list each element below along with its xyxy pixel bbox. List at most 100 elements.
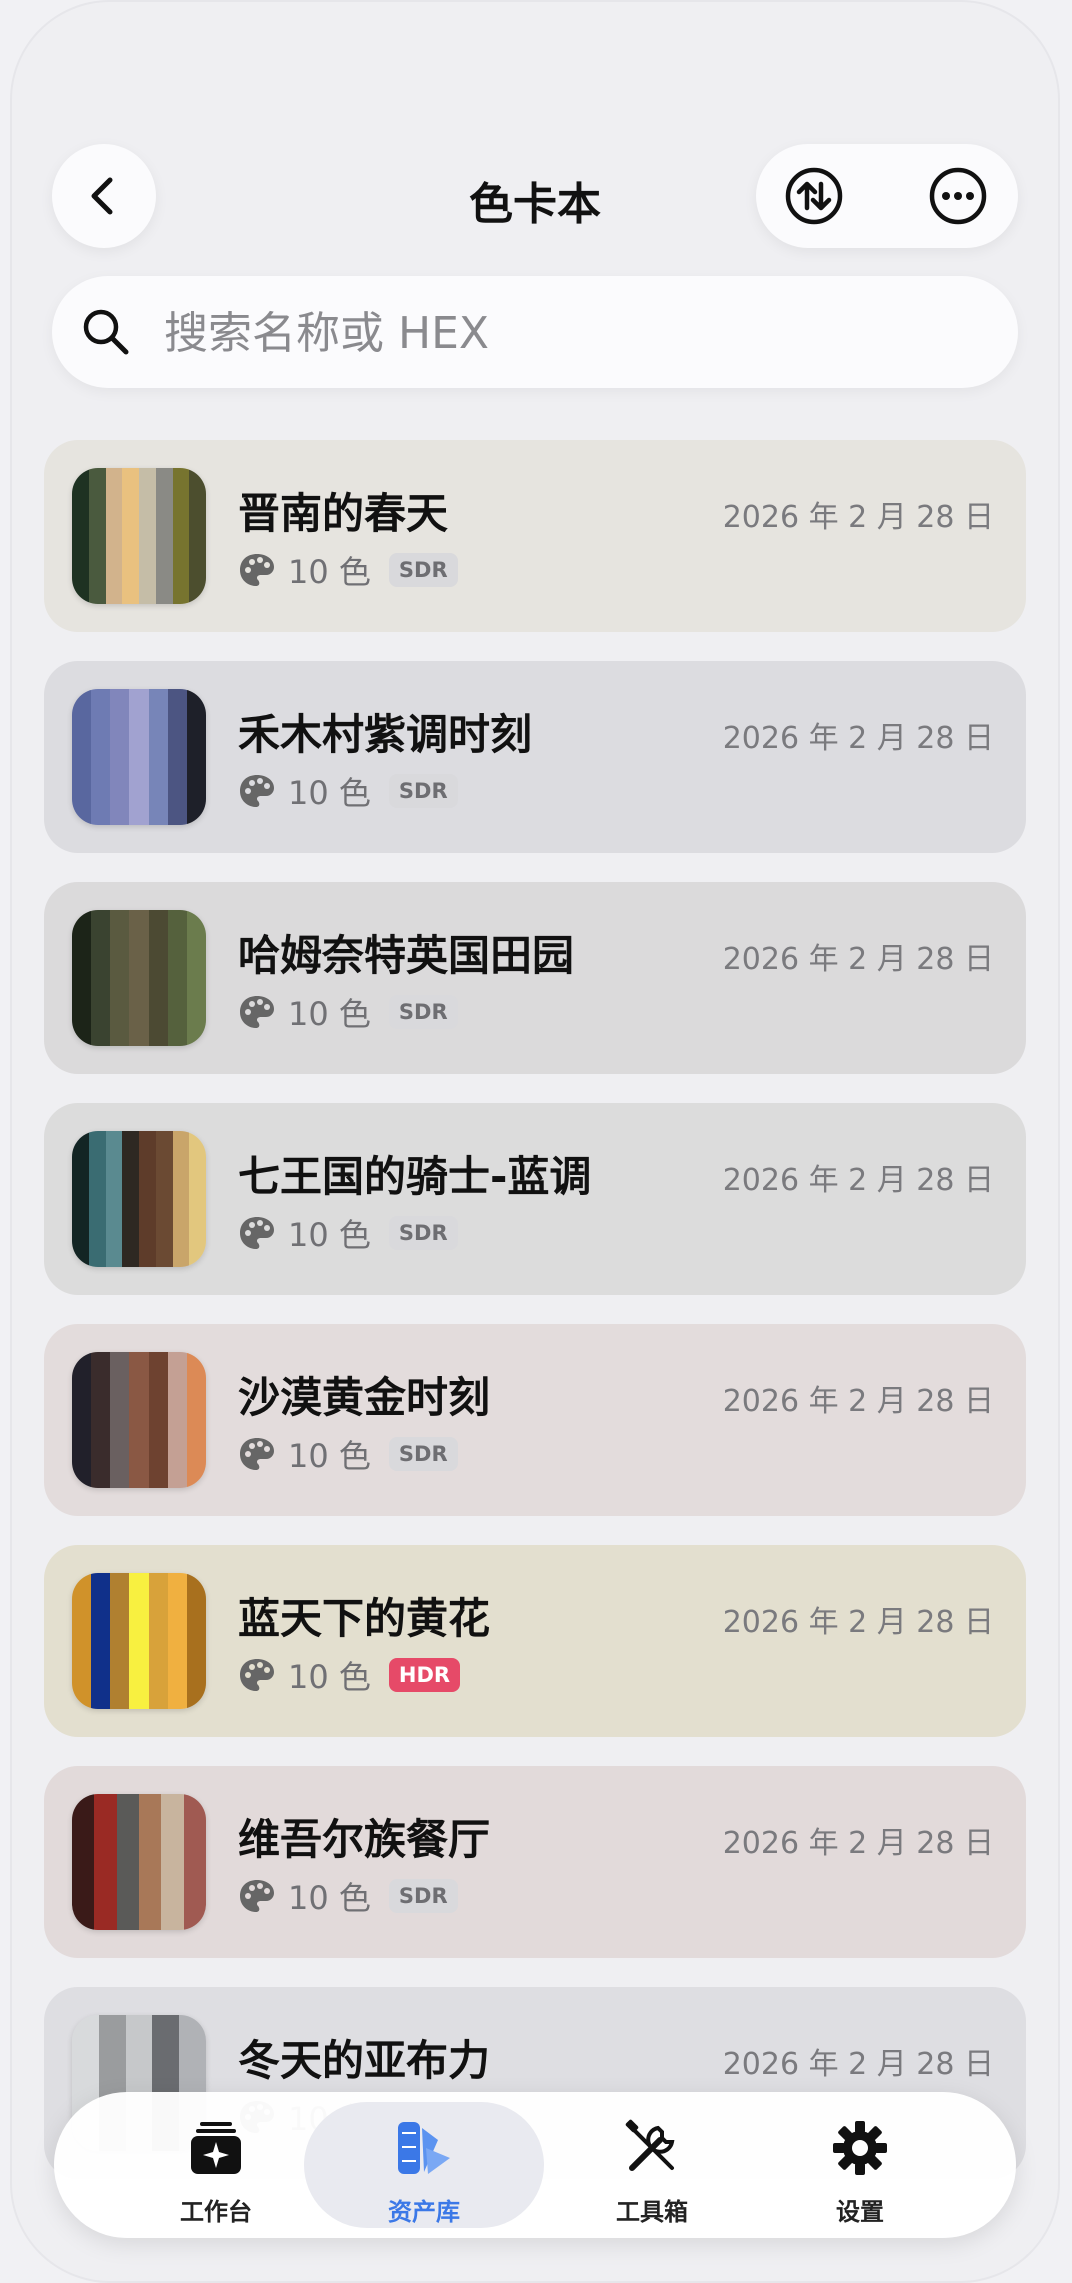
palette-date: 2026 年 2 月 28 日 [722,721,994,756]
color-swatch [148,689,168,825]
palette-name: 维吾尔族餐厅 [238,1815,491,1864]
palette-date: 2026 年 2 月 28 日 [722,1826,994,1861]
palette-meta: 10 色 SDR [238,990,458,1034]
palette-name: 七王国的骑士-蓝调 [238,1152,592,1201]
more-button[interactable] [928,166,988,226]
color-swatch [72,910,92,1046]
color-swatch [161,1794,184,1930]
settings-gear-icon [833,2121,887,2175]
palette-date: 2026 年 2 月 28 日 [722,500,994,535]
palette-card[interactable]: 蓝天下的黄花 2026 年 2 月 28 日 10 色 HDR [44,1545,1026,1737]
toolbox-icon [625,2119,675,2171]
palette-date: 2026 年 2 月 28 日 [722,1605,994,1640]
color-swatch [91,1352,111,1488]
color-swatch [116,1794,139,1930]
color-count: 10 色 [288,1879,371,1917]
palette-name: 哈姆奈特英国田园 [238,931,575,980]
palette-date: 2026 年 2 月 28 日 [722,1163,994,1198]
palette-card[interactable]: 沙漠黄金时刻 2026 年 2 月 28 日 10 色 SDR [44,1324,1026,1516]
palette-icon [240,554,274,586]
more-options-icon [929,167,987,225]
color-swatch [129,1352,149,1488]
tab-bar: 工作台 资产库 工具箱 设置 [54,2092,1016,2238]
color-count: 10 色 [288,1658,371,1696]
palette-thumbnail [72,468,206,604]
palette-icon [240,1438,274,1470]
color-count: 10 色 [288,1216,371,1254]
navigation-bar: 色卡本 [10,140,1060,248]
color-count: 10 色 [288,553,371,591]
color-count: 10 色 [288,995,371,1033]
palette-meta: 10 色 SDR [238,1211,458,1255]
color-swatch [183,1794,206,1930]
color-swatch [148,910,168,1046]
color-swatch [186,1352,206,1488]
color-swatch [139,468,156,604]
palette-name: 晋南的春天 [238,489,449,538]
color-swatch [72,1352,92,1488]
color-swatch [88,1131,106,1267]
palette-card[interactable]: 七王国的骑士-蓝调 2026 年 2 月 28 日 10 色 SDR [44,1103,1026,1295]
search-icon [83,309,129,355]
palette-meta: 10 色 HDR [238,1653,461,1697]
color-swatch [148,1352,168,1488]
tab-toolbox[interactable]: 工具箱 [532,2102,772,2228]
palette-meta: 10 色 SDR [238,1432,458,1476]
color-swatch [155,468,173,604]
color-swatch [189,1131,206,1267]
color-count: 10 色 [288,774,371,812]
color-swatch [167,910,187,1046]
color-count: 10 色 [288,1437,371,1475]
color-swatch [72,1794,95,1930]
color-swatch [110,689,130,825]
palette-thumbnail [72,1573,206,1709]
palette-card[interactable]: 晋南的春天 2026 年 2 月 28 日 10 色 SDR [44,440,1026,632]
color-swatch [91,1573,111,1709]
palette-name: 禾木村紫调时刻 [238,710,533,759]
palette-card[interactable]: 哈姆奈特英国田园 2026 年 2 月 28 日 10 色 SDR [44,882,1026,1074]
palette-thumbnail [72,1131,206,1267]
workbench-icon [191,2122,241,2174]
color-swatch [186,910,206,1046]
color-swatch [105,468,123,604]
color-swatch [91,910,111,1046]
color-swatch [167,1352,187,1488]
color-swatch [129,689,149,825]
palette-thumbnail [72,1794,206,1930]
search-bar[interactable] [52,276,1018,388]
color-swatch [72,1573,92,1709]
palette-thumbnail [72,689,206,825]
sort-button[interactable] [784,166,844,226]
tab-settings[interactable]: 设置 [740,2102,980,2228]
color-swatch [189,468,206,604]
palette-icon [240,1659,274,1691]
palette-meta: 10 色 SDR [238,769,458,813]
palette-thumbnail [72,1352,206,1488]
tab-label: 资产库 [388,2198,460,2226]
palette-date: 2026 年 2 月 28 日 [722,942,994,977]
palette-name: 沙漠黄金时刻 [238,1373,491,1422]
palette-icon [240,775,274,807]
color-swatch [88,468,106,604]
palette-meta: 10 色 SDR [238,548,458,592]
color-swatch [110,1573,130,1709]
color-swatch [122,468,139,604]
tab-asset-library[interactable]: 资产库 [304,2102,544,2228]
color-swatch [148,1573,168,1709]
color-swatch [94,1794,117,1930]
tab-workbench[interactable]: 工作台 [96,2102,336,2228]
color-swatch [172,1131,190,1267]
tab-label: 工具箱 [616,2198,688,2226]
color-swatch [72,468,89,604]
color-swatch [110,1352,130,1488]
palette-card[interactable]: 禾木村紫调时刻 2026 年 2 月 28 日 10 色 SDR [44,661,1026,853]
color-swatch [138,1794,162,1930]
palette-name: 冬天的亚布力 [238,2036,491,2085]
sort-arrows-icon [785,167,843,225]
color-swatch [72,689,92,825]
search-input[interactable] [162,300,966,366]
color-swatch [129,1573,149,1709]
palette-icon [240,996,274,1028]
dynamic-range-badge: SDR [388,1216,458,1250]
palette-card[interactable]: 维吾尔族餐厅 2026 年 2 月 28 日 10 色 SDR [44,1766,1026,1958]
